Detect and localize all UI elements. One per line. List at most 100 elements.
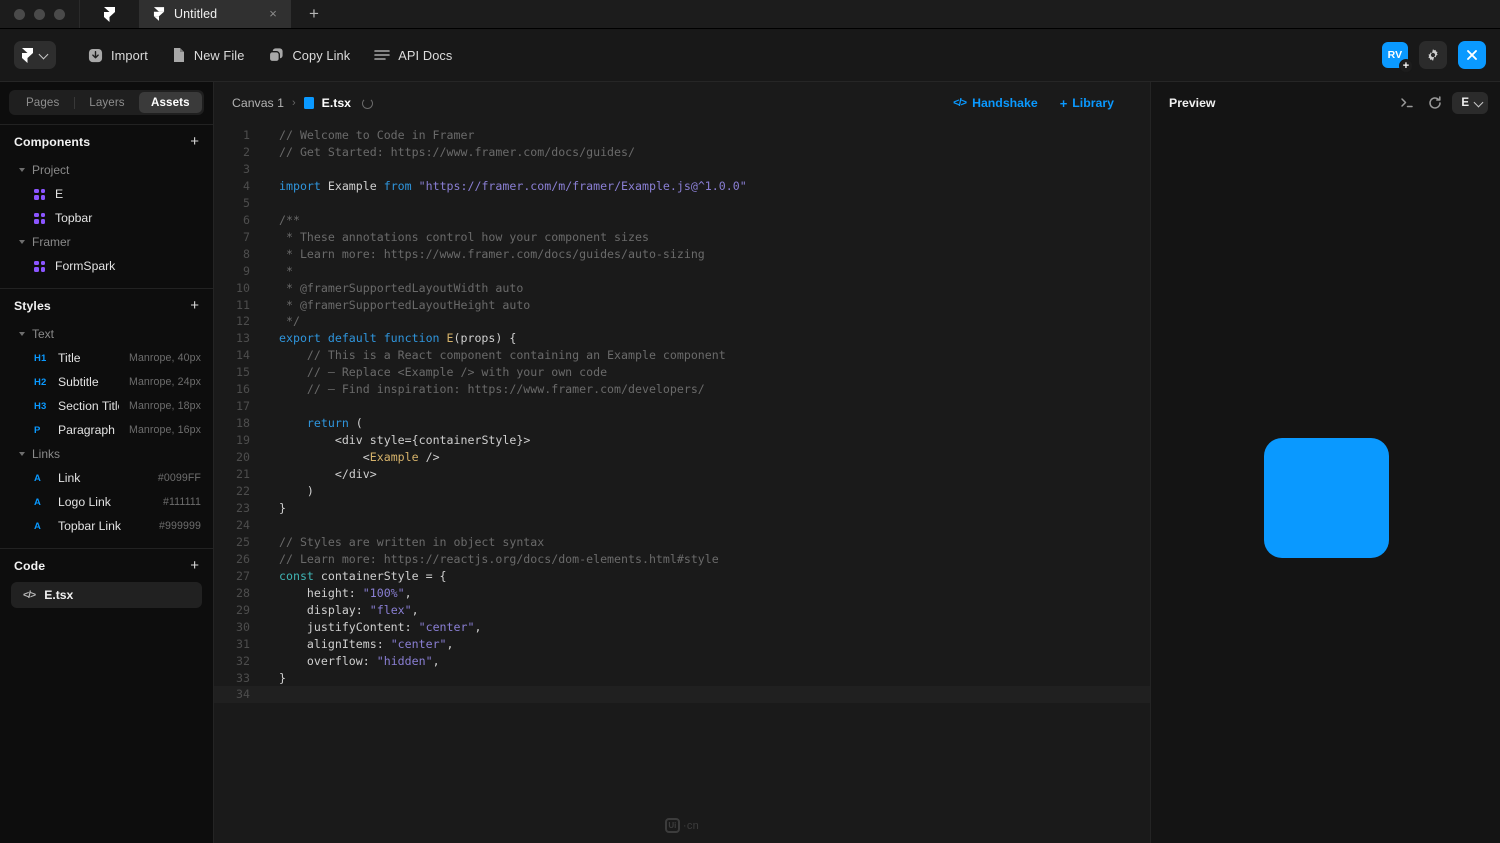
component-item-formspark[interactable]: FormSpark: [0, 254, 213, 278]
api-docs-button[interactable]: API Docs: [362, 40, 464, 70]
framer-app-window: Untitled × + Import New File: [0, 0, 1500, 843]
code-line[interactable]: 29 display: "flex",: [214, 602, 1150, 619]
code-line[interactable]: 4import Example from "https://framer.com…: [214, 178, 1150, 195]
group-framer[interactable]: Framer: [0, 230, 213, 254]
code-line[interactable]: 30 justifyContent: "center",: [214, 619, 1150, 636]
copy-link-button[interactable]: Copy Link: [256, 40, 362, 70]
code-line[interactable]: 6/**: [214, 212, 1150, 229]
loading-spinner-icon: [362, 98, 373, 109]
style-meta: Manrope, 24px: [129, 376, 201, 388]
code-line[interactable]: 32 overflow: "hidden",: [214, 653, 1150, 670]
style-item-subtitle[interactable]: H2 Subtitle Manrope, 24px: [0, 370, 213, 394]
code-line[interactable]: 22 ): [214, 483, 1150, 500]
close-icon[interactable]: ×: [265, 6, 281, 22]
code-line[interactable]: 3: [214, 161, 1150, 178]
add-component-button[interactable]: +: [190, 134, 199, 149]
code-line[interactable]: 24: [214, 517, 1150, 534]
h3-badge: H3: [34, 401, 48, 412]
add-style-button[interactable]: +: [190, 298, 199, 313]
close-editor-button[interactable]: [1458, 41, 1486, 69]
style-item-title[interactable]: H1 Title Manrope, 40px: [0, 346, 213, 370]
component-item-e[interactable]: E: [0, 182, 213, 206]
code-line[interactable]: 1// Welcome to Code in Framer: [214, 127, 1150, 144]
preview-canvas[interactable]: [1151, 119, 1500, 843]
new-tab-button[interactable]: +: [291, 0, 337, 28]
avatar[interactable]: RV +: [1382, 42, 1408, 68]
code-line[interactable]: 31 alignItems: "center",: [214, 636, 1150, 653]
close-icon: [1466, 49, 1478, 61]
style-item-topbar-link[interactable]: A Topbar Link #999999: [0, 514, 213, 538]
style-item-link[interactable]: A Link #0099FF: [0, 466, 213, 490]
framer-menu-button[interactable]: [14, 41, 56, 69]
style-label: Topbar Link: [58, 519, 149, 533]
code-line[interactable]: 5: [214, 195, 1150, 212]
plus-icon: +: [1060, 96, 1068, 111]
new-file-button[interactable]: New File: [160, 40, 257, 70]
minimize-window-button[interactable]: [34, 9, 45, 20]
code-token: const: [279, 569, 314, 583]
style-meta: #0099FF: [158, 472, 201, 484]
zoom-window-button[interactable]: [54, 9, 65, 20]
code-line[interactable]: 8 * Learn more: https://www.framer.com/d…: [214, 246, 1150, 263]
code-line[interactable]: 34: [214, 686, 1150, 703]
source-code[interactable]: 1// Welcome to Code in Framer 2// Get St…: [214, 127, 1150, 703]
code-line[interactable]: 18 return (: [214, 415, 1150, 432]
add-collaborator-icon[interactable]: +: [1399, 59, 1413, 73]
refresh-button[interactable]: [1424, 92, 1446, 114]
code-line[interactable]: 12 */: [214, 313, 1150, 330]
code-token: Example: [321, 179, 384, 193]
code-line[interactable]: 21 </div>: [214, 466, 1150, 483]
code-line[interactable]: 14 // This is a React component containi…: [214, 347, 1150, 364]
code-line[interactable]: 28 height: "100%",: [214, 585, 1150, 602]
component-item-topbar[interactable]: Topbar: [0, 206, 213, 230]
breadcrumb[interactable]: Canvas 1 › E.tsx: [232, 96, 373, 110]
code-line[interactable]: 7 * These annotations control how your c…: [214, 229, 1150, 246]
code-line[interactable]: 13export default function E(props) {: [214, 330, 1150, 347]
window-traffic-lights[interactable]: [0, 0, 79, 28]
style-label: Link: [58, 471, 148, 485]
style-item-logo-link[interactable]: A Logo Link #111111: [0, 490, 213, 514]
code-token: ): [279, 484, 314, 498]
line-number: 22: [214, 483, 250, 500]
handshake-button[interactable]: </> Handshake: [953, 96, 1038, 110]
code-line[interactable]: 10 * @framerSupportedLayoutWidth auto: [214, 280, 1150, 297]
style-item-section-title[interactable]: H3 Section Title Manrope, 18px: [0, 394, 213, 418]
code-line[interactable]: 27const containerStyle = {: [214, 568, 1150, 585]
code-line[interactable]: 2// Get Started: https://www.framer.com/…: [214, 144, 1150, 161]
sidebar-tab-layers[interactable]: Layers: [75, 92, 138, 113]
sidebar-tab-assets[interactable]: Assets: [139, 92, 202, 113]
code-line[interactable]: 17: [214, 398, 1150, 415]
code-line[interactable]: 25// Styles are written in object syntax: [214, 534, 1150, 551]
breadcrumb-canvas[interactable]: Canvas 1: [232, 96, 284, 110]
code-line[interactable]: 15 // – Replace <Example /> with your ow…: [214, 364, 1150, 381]
code-file-item-etsx[interactable]: </> E.tsx: [11, 582, 202, 608]
add-code-file-button[interactable]: +: [190, 558, 199, 573]
style-item-paragraph[interactable]: P Paragraph Manrope, 16px: [0, 418, 213, 442]
line-number: 28: [214, 585, 250, 602]
group-project[interactable]: Project: [0, 158, 213, 182]
breadcrumb-file[interactable]: E.tsx: [322, 96, 351, 110]
code-line[interactable]: 11 * @framerSupportedLayoutHeight auto: [214, 297, 1150, 314]
code-line[interactable]: 19 <div style={containerStyle}>: [214, 432, 1150, 449]
settings-button[interactable]: [1419, 41, 1447, 69]
editor-tab[interactable]: Untitled ×: [139, 0, 291, 28]
code-line[interactable]: 26// Learn more: https://reactjs.org/doc…: [214, 551, 1150, 568]
close-window-button[interactable]: [14, 9, 25, 20]
code-line[interactable]: 23}: [214, 500, 1150, 517]
code-token: display:: [279, 603, 370, 617]
library-button[interactable]: + Library: [1060, 96, 1114, 111]
code-line[interactable]: 20 <Example />: [214, 449, 1150, 466]
group-links[interactable]: Links: [0, 442, 213, 466]
code-line[interactable]: 16 // – Find inspiration: https://www.fr…: [214, 381, 1150, 398]
preview-component-select[interactable]: E: [1452, 92, 1488, 114]
code-line[interactable]: 9 *: [214, 263, 1150, 280]
import-button[interactable]: Import: [76, 40, 160, 70]
code-token: </: [279, 467, 349, 481]
group-text[interactable]: Text: [0, 322, 213, 346]
terminal-button[interactable]: [1396, 92, 1418, 114]
code-line[interactable]: 33}: [214, 670, 1150, 687]
sidebar-tab-pages[interactable]: Pages: [11, 92, 74, 113]
code-content-area[interactable]: 1// Welcome to Code in Framer 2// Get St…: [214, 119, 1150, 843]
style-label: Logo Link: [58, 495, 153, 509]
copy-icon: [268, 47, 284, 63]
